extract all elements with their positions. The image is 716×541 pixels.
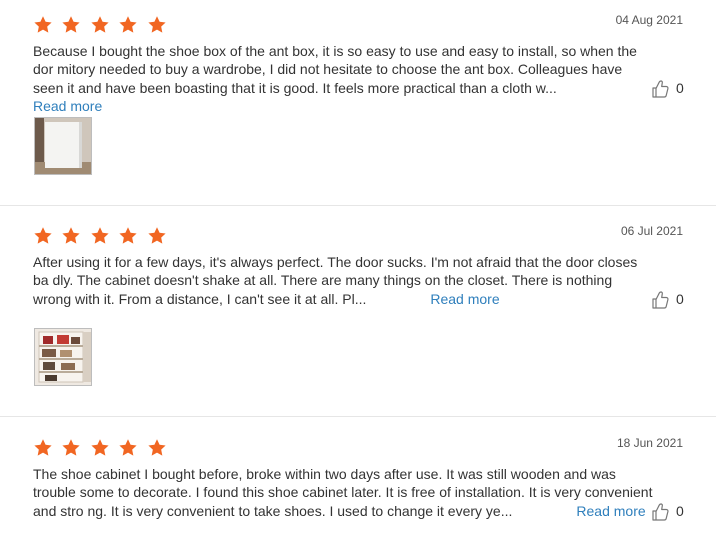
review-date: 06 Jul 2021 bbox=[620, 224, 683, 238]
review-text: Because I bought the shoe box of the ant… bbox=[33, 42, 653, 115]
thumbs-up-icon[interactable] bbox=[652, 503, 669, 521]
star-icon bbox=[61, 15, 81, 35]
star-icon bbox=[147, 438, 167, 458]
star-icon bbox=[147, 15, 167, 35]
read-more-link[interactable]: Read more bbox=[430, 291, 499, 307]
review-body: Because I bought the shoe box of the ant… bbox=[33, 43, 637, 96]
star-rating bbox=[33, 438, 171, 458]
star-rating bbox=[33, 15, 171, 35]
star-icon bbox=[90, 226, 110, 246]
star-icon bbox=[33, 226, 53, 246]
star-rating bbox=[33, 226, 171, 246]
star-icon bbox=[90, 438, 110, 458]
thumbs-up-icon[interactable] bbox=[652, 291, 669, 309]
read-more-link[interactable]: Read more bbox=[33, 98, 102, 114]
review-body: The shoe cabinet I bought before, broke … bbox=[33, 466, 653, 519]
star-icon bbox=[33, 438, 53, 458]
star-icon bbox=[118, 226, 138, 246]
review-date: 04 Aug 2021 bbox=[615, 13, 683, 27]
thumbs-up-icon[interactable] bbox=[652, 80, 669, 98]
star-icon bbox=[61, 226, 81, 246]
star-icon bbox=[33, 15, 53, 35]
like-count: 0 bbox=[676, 503, 684, 519]
star-icon bbox=[118, 15, 138, 35]
divider bbox=[0, 205, 716, 206]
star-icon bbox=[90, 15, 110, 35]
star-icon bbox=[147, 226, 167, 246]
shoe-cabinet-photo[interactable] bbox=[34, 328, 92, 386]
review-item: 18 Jun 2021 The shoe cabinet I bought be… bbox=[0, 423, 716, 541]
review-body: After using it for a few days, it's alwa… bbox=[33, 254, 638, 307]
like-count: 0 bbox=[676, 291, 684, 307]
like-count: 0 bbox=[676, 80, 684, 96]
star-icon bbox=[61, 438, 81, 458]
review-item: 06 Jul 2021 After using it for a few day… bbox=[0, 211, 716, 416]
divider bbox=[0, 416, 716, 417]
review-text: The shoe cabinet I bought before, broke … bbox=[33, 465, 653, 520]
review-item: 04 Aug 2021 Because I bought the shoe bo… bbox=[0, 0, 716, 205]
wardrobe-photo[interactable] bbox=[34, 117, 92, 175]
read-more-link[interactable]: Read more bbox=[576, 503, 645, 519]
star-icon bbox=[118, 438, 138, 458]
review-date: 18 Jun 2021 bbox=[616, 436, 683, 450]
review-text: After using it for a few days, it's alwa… bbox=[33, 253, 653, 308]
